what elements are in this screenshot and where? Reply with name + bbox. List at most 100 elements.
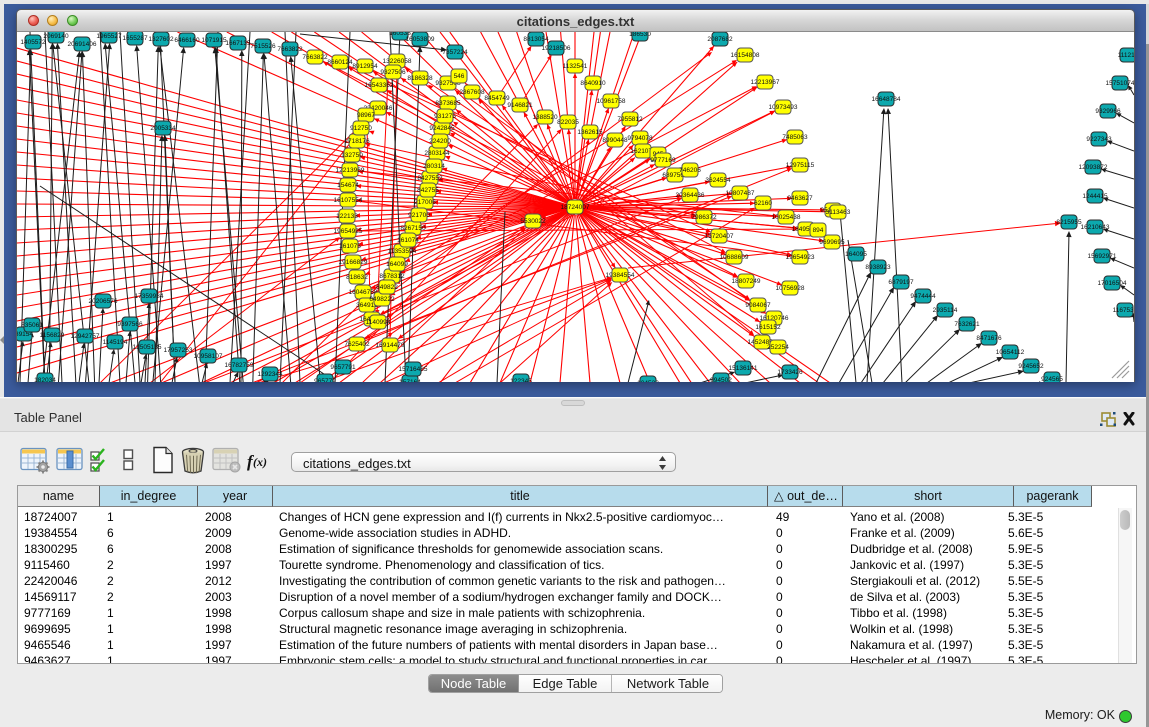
svg-text:280314: 280314 (423, 163, 445, 170)
svg-text:7357224: 7357224 (442, 49, 468, 56)
svg-text:7632621: 7632621 (954, 321, 980, 328)
svg-text:122133: 122133 (336, 213, 358, 220)
svg-text:16107554: 16107554 (334, 197, 363, 204)
svg-text:7485063: 7485063 (782, 134, 808, 141)
svg-text:842755: 842755 (417, 187, 439, 194)
svg-text:164095: 164095 (845, 251, 867, 258)
svg-text:2087682: 2087682 (707, 36, 733, 43)
svg-text:9327506: 9327506 (380, 69, 406, 76)
svg-text:(x): (x) (253, 455, 267, 469)
svg-text:8640910: 8640910 (580, 80, 606, 87)
svg-text:1388520: 1388520 (532, 114, 558, 121)
svg-text:17957253: 17957253 (164, 347, 193, 354)
svg-text:7986372: 7986372 (691, 214, 717, 221)
svg-text:8938923: 8938923 (865, 264, 891, 271)
svg-text:9474444: 9474444 (910, 293, 936, 300)
svg-text:1156829: 1156829 (40, 332, 65, 339)
svg-text:1405572: 1405572 (20, 39, 46, 46)
svg-text:818632: 818632 (346, 274, 368, 281)
svg-text:1362615: 1362615 (577, 129, 603, 136)
svg-text:994502: 994502 (710, 377, 732, 382)
svg-text:2867608: 2867608 (459, 89, 485, 96)
svg-text:164099: 164099 (386, 261, 408, 268)
svg-text:924565: 924565 (1041, 376, 1063, 382)
svg-text:11353594: 11353594 (388, 248, 417, 255)
svg-text:161074: 161074 (397, 237, 419, 244)
svg-text:62160: 62160 (754, 200, 772, 207)
svg-text:2803144: 2803144 (424, 150, 450, 157)
svg-text:6466160: 6466160 (174, 37, 200, 44)
svg-text:1132541: 1132541 (563, 63, 588, 70)
svg-text:20206576: 20206576 (89, 298, 118, 305)
svg-text:9397566: 9397566 (117, 321, 143, 328)
svg-text:6879197: 6879197 (888, 279, 914, 286)
svg-text:8186328: 8186328 (407, 75, 433, 82)
svg-text:1244415: 1244415 (1082, 193, 1108, 200)
svg-text:19654923: 19654923 (786, 254, 815, 261)
svg-text:1655287: 1655287 (122, 35, 148, 42)
svg-text:1140994: 1140994 (366, 319, 391, 326)
svg-text:8660124: 8660124 (327, 59, 353, 66)
svg-text:7663822: 7663822 (277, 46, 303, 53)
svg-text:10756928: 10756928 (776, 285, 805, 292)
svg-text:15692971: 15692971 (1088, 253, 1117, 260)
svg-text:132750: 132750 (341, 152, 363, 159)
svg-text:252254: 252254 (767, 344, 789, 351)
svg-text:16648784: 16648784 (872, 96, 901, 103)
svg-text:16543362: 16543362 (365, 82, 394, 89)
svg-text:5530022: 5530022 (520, 218, 546, 225)
svg-text:12975115: 12975115 (786, 162, 815, 169)
svg-text:122345: 122345 (510, 378, 532, 382)
svg-text:16210643: 16210643 (1081, 224, 1110, 231)
svg-text:649822: 649822 (376, 284, 398, 291)
svg-text:8215955: 8215955 (1056, 219, 1082, 226)
svg-text:7515526: 7515526 (250, 43, 276, 50)
svg-text:1292344: 1292344 (257, 371, 283, 378)
svg-text:17016504: 17016504 (1098, 280, 1127, 287)
svg-text:15716485: 15716485 (399, 366, 428, 373)
svg-text:7625402: 7625402 (344, 341, 370, 348)
svg-text:15720407: 15720407 (705, 233, 734, 240)
svg-text:8813054: 8813054 (523, 36, 549, 43)
svg-text:18807249: 18807249 (732, 278, 761, 285)
svg-text:16154808: 16154808 (731, 52, 760, 59)
svg-text:921700: 921700 (408, 212, 430, 219)
svg-text:104520: 104520 (637, 380, 659, 382)
svg-text:10654112: 10654112 (996, 349, 1025, 356)
svg-text:154674: 154674 (337, 182, 359, 189)
svg-text:822035: 822035 (557, 119, 579, 126)
svg-text:9794078: 9794078 (627, 135, 653, 142)
svg-text:8454749: 8454749 (484, 95, 510, 102)
svg-text:17359934: 17359934 (135, 293, 164, 300)
svg-text:894: 894 (813, 227, 824, 234)
svg-text:10688609: 10688609 (720, 254, 749, 261)
svg-text:10961758: 10961758 (597, 98, 626, 105)
svg-text:1071915: 1071915 (201, 37, 227, 44)
svg-text:1965527: 1965527 (96, 33, 122, 40)
svg-text:19384554: 19384554 (606, 272, 635, 279)
svg-text:15136141: 15136141 (729, 365, 758, 372)
svg-text:8471676: 8471676 (976, 335, 1002, 342)
svg-text:12093872: 12093872 (1079, 164, 1108, 171)
svg-text:1733426: 1733426 (777, 369, 803, 376)
svg-text:19166829: 19166829 (339, 259, 368, 266)
svg-text:10973493: 10973493 (769, 104, 798, 111)
svg-text:7663822: 7663822 (302, 54, 328, 61)
svg-text:2005334: 2005334 (150, 125, 176, 132)
svg-text:16914479: 16914479 (376, 342, 405, 349)
svg-text:224200: 224200 (429, 138, 451, 145)
svg-text:746206: 746206 (679, 167, 701, 174)
svg-text:12942757: 12942757 (71, 333, 100, 340)
svg-text:1327602: 1327602 (148, 36, 174, 43)
svg-text:9146821: 9146821 (507, 102, 533, 109)
svg-text:186530: 186530 (629, 32, 651, 38)
svg-text:8267150: 8267150 (400, 225, 426, 232)
svg-text:98967: 98967 (357, 112, 375, 119)
svg-text:13226058: 13226058 (383, 58, 412, 65)
svg-text:931275: 931275 (434, 113, 456, 120)
svg-text:16046758: 16046758 (349, 289, 378, 296)
svg-text:965779: 965779 (314, 378, 336, 382)
svg-text:2718176: 2718176 (344, 138, 370, 145)
svg-text:6498222: 6498222 (369, 296, 395, 303)
svg-text:9245652: 9245652 (1018, 363, 1044, 370)
